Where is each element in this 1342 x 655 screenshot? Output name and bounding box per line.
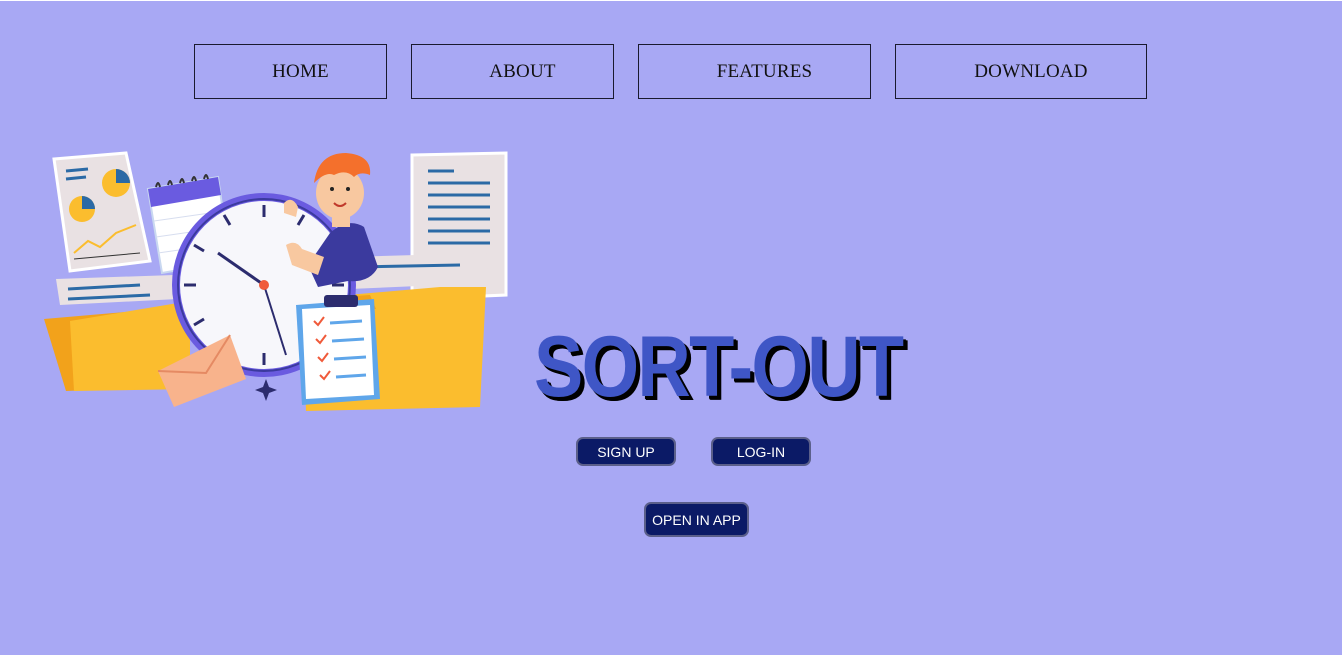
sparkle-icon — [255, 379, 277, 401]
nav-home-button[interactable]: HOME — [194, 44, 387, 99]
nav-features-label: FEATURES — [716, 60, 813, 82]
sign-up-button[interactable]: SIGN UP — [576, 437, 676, 466]
nav-download-button[interactable]: DOWNLOAD — [895, 44, 1147, 99]
nav-about-label: ABOUT — [489, 60, 556, 82]
open-in-app-button[interactable]: OPEN IN APP — [644, 502, 749, 537]
nav-download-label: DOWNLOAD — [974, 60, 1088, 82]
nav-about-button[interactable]: ABOUT — [411, 44, 614, 99]
nav-home-label: HOME — [272, 60, 329, 82]
log-in-button[interactable]: LOG-IN — [711, 437, 811, 466]
time-management-illustration — [44, 151, 508, 411]
nav-features-button[interactable]: FEATURES — [638, 44, 871, 99]
clipboard-icon — [296, 295, 380, 405]
main-nav: HOME ABOUT FEATURES DOWNLOAD — [0, 44, 1342, 101]
brand-title: SORT-OUT — [534, 319, 904, 415]
report-page-icon — [52, 151, 152, 273]
